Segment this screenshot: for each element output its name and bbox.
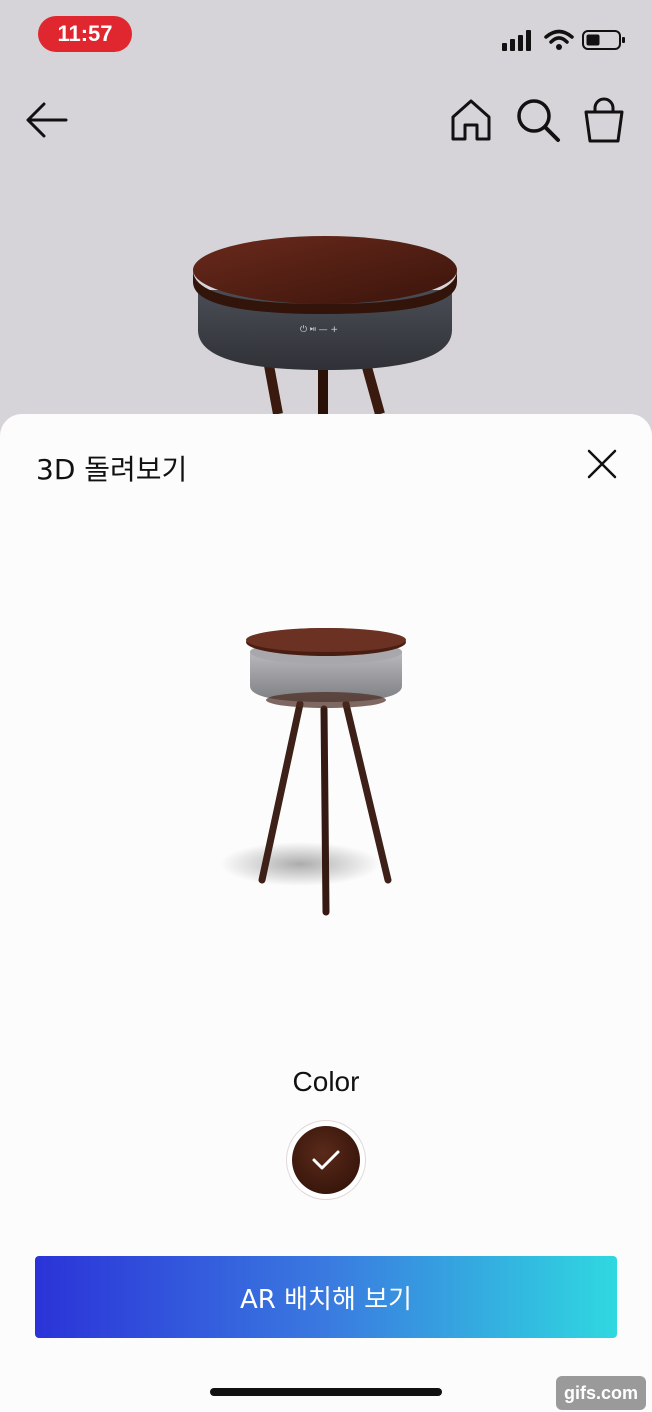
battery-icon: [582, 30, 625, 50]
back-button[interactable]: [20, 94, 72, 146]
status-time: 11:57: [38, 16, 132, 52]
product-image: ⏻ ⏯ — +: [193, 236, 457, 416]
cart-button[interactable]: [578, 94, 630, 146]
checkmark-icon: [312, 1150, 340, 1170]
search-button[interactable]: [512, 94, 564, 146]
signal-icon: [502, 30, 531, 51]
close-icon: [587, 449, 617, 479]
status-icons: [502, 26, 626, 54]
shopping-bag-icon: [584, 97, 624, 143]
svg-text:⏻ ⏯ — +: ⏻ ⏯ — +: [300, 324, 338, 335]
search-icon: [517, 99, 560, 142]
wifi-icon: [544, 29, 574, 50]
home-button[interactable]: [445, 94, 497, 146]
3d-model-view[interactable]: [220, 624, 420, 924]
home-indicator[interactable]: [210, 1388, 442, 1396]
ar-placement-button[interactable]: AR 배치해 보기: [35, 1256, 617, 1338]
close-button[interactable]: [582, 444, 622, 484]
back-arrow-icon: [26, 102, 68, 138]
color-label: Color: [292, 1066, 360, 1097]
sheet-title: 3D 돌려보기: [36, 453, 188, 486]
color-swatch-selected[interactable]: [287, 1121, 365, 1199]
home-icon: [451, 99, 491, 141]
3d-view-sheet: 3D 돌려보기 Color AR 배치해 보기 gifs.com: [0, 414, 652, 1412]
watermark: gifs.com: [555, 1376, 646, 1410]
